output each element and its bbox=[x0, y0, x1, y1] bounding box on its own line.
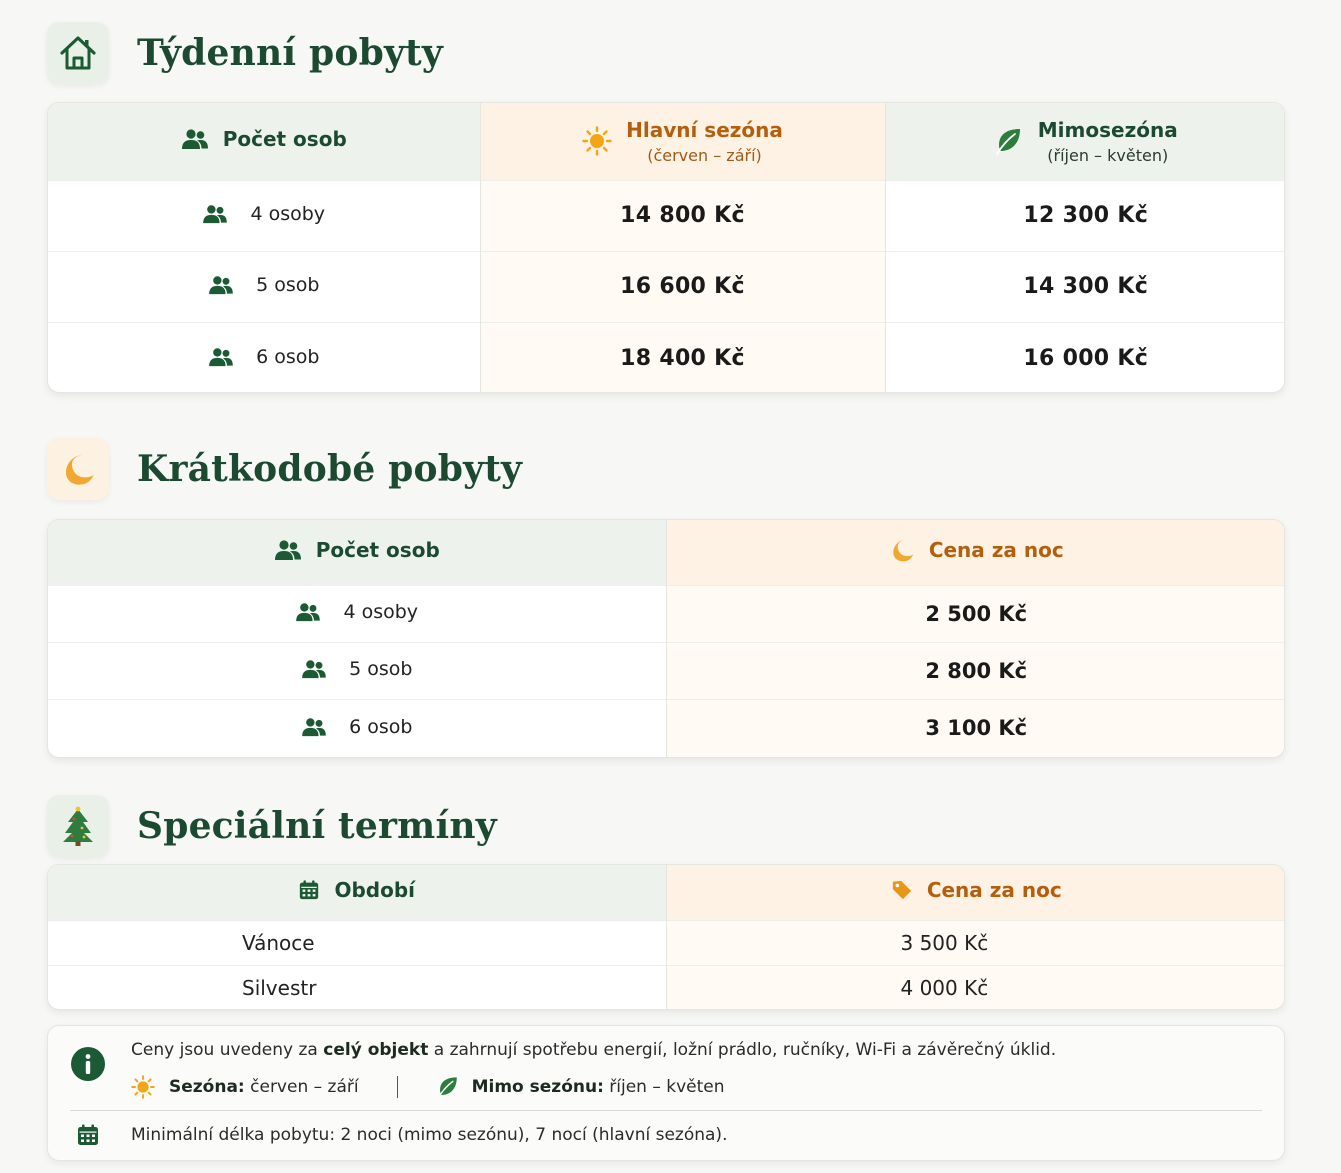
sun-icon bbox=[131, 1075, 155, 1099]
house-icon bbox=[47, 22, 109, 84]
price-per-night: 3 100 Kč bbox=[925, 716, 1028, 741]
price-per-night: 2 800 Kč bbox=[925, 658, 1028, 683]
header-persons: Počet osob bbox=[48, 520, 667, 585]
season-label: Sezóna: bbox=[169, 1077, 245, 1097]
weekly-section-header: Týdenní pobyty bbox=[47, 22, 443, 84]
users-icon bbox=[202, 204, 228, 224]
info-text-includes: Ceny jsou uvedeny za celý objekt a zahrn… bbox=[131, 1040, 1057, 1060]
header-label: Cena za noc bbox=[926, 878, 1062, 903]
persons-label: 4 osoby bbox=[343, 601, 419, 623]
header-label: Mimosezóna bbox=[1037, 117, 1178, 142]
info-season-legend: Sezóna: červen – září Mimo sezónu: říjen… bbox=[131, 1075, 725, 1099]
users-icon bbox=[181, 128, 209, 150]
users-icon bbox=[295, 602, 321, 622]
legend-divider bbox=[396, 1076, 398, 1098]
price-off-season: 16 000 Kč bbox=[1023, 345, 1149, 371]
header-period: Období bbox=[48, 865, 667, 920]
table-row: Vánoce 3 500 Kč bbox=[48, 919, 1284, 965]
tag-icon bbox=[891, 879, 913, 901]
header-label: Období bbox=[334, 878, 416, 903]
persons-label: 4 osoby bbox=[250, 203, 326, 225]
christmas-tree-icon bbox=[47, 795, 109, 857]
price-main-season: 14 800 Kč bbox=[620, 203, 745, 228]
weekly-price-table: Počet osob Hlavní sezóna (červen – září)… bbox=[47, 102, 1285, 393]
header-price-per-night: Cena za noc bbox=[666, 520, 1284, 585]
short-price-table: Počet osob Cena za noc 4 osoby 2 500 Kč … bbox=[47, 519, 1285, 758]
short-section-header: Krátkodobé pobyty bbox=[47, 438, 522, 500]
users-icon bbox=[208, 347, 234, 367]
table-row: 5 osob 2 800 Kč bbox=[48, 641, 1284, 699]
persons-label: 6 osob bbox=[256, 345, 320, 368]
off-season-label: Mimo sezónu: bbox=[471, 1077, 604, 1097]
header-sublabel: (červen – září) bbox=[647, 145, 762, 165]
price-per-night: 3 500 Kč bbox=[900, 930, 989, 955]
special-section-header: Speciální termíny bbox=[47, 795, 497, 857]
section-title: Speciální termíny bbox=[137, 805, 497, 847]
leaf-icon bbox=[436, 1075, 460, 1099]
sun-icon bbox=[582, 126, 612, 156]
price-off-season: 14 300 Kč bbox=[1023, 274, 1149, 299]
off-season-value: říjen – květen bbox=[603, 1077, 725, 1097]
price-main-season: 18 400 Kč bbox=[620, 345, 745, 371]
header-off-season: Mimosezóna (říjen – květen) bbox=[885, 103, 1284, 180]
persons-label: 5 osob bbox=[256, 274, 320, 296]
price-per-night: 2 500 Kč bbox=[925, 601, 1028, 626]
table-row: 6 osob 3 100 Kč bbox=[48, 698, 1284, 757]
section-title: Krátkodobé pobyty bbox=[137, 448, 523, 490]
table-row: 5 osob 16 600 Kč 14 300 Kč bbox=[48, 250, 1284, 322]
header-main-season: Hlavní sezóna (červen – září) bbox=[480, 103, 886, 180]
period-label: Vánoce bbox=[242, 930, 315, 955]
users-icon bbox=[208, 275, 234, 295]
special-price-table: Období Cena za noc Vánoce 3 500 Kč Silve… bbox=[47, 864, 1285, 1010]
header-persons: Počet osob bbox=[48, 103, 481, 180]
header-sublabel: (říjen – květen) bbox=[1047, 145, 1169, 165]
price-off-season: 12 300 Kč bbox=[1023, 203, 1149, 228]
persons-label: 5 osob bbox=[349, 658, 413, 680]
period-label: Silvestr bbox=[242, 976, 317, 1001]
calendar-icon bbox=[298, 879, 320, 901]
header-label: Cena za noc bbox=[928, 537, 1064, 562]
moon-icon bbox=[889, 537, 915, 563]
header-label: Hlavní sezóna bbox=[626, 117, 783, 142]
users-icon bbox=[274, 539, 302, 561]
users-icon bbox=[301, 717, 327, 737]
leaf-icon bbox=[994, 126, 1024, 156]
table-row: 4 osoby 2 500 Kč bbox=[48, 584, 1284, 642]
section-title: Týdenní pobyty bbox=[137, 32, 444, 74]
calendar-icon bbox=[76, 1123, 100, 1151]
info-min-stay: Minimální délka pobytu: 2 noci (mimo sez… bbox=[131, 1125, 728, 1145]
header-label: Počet osob bbox=[222, 127, 347, 152]
info-divider bbox=[70, 1110, 1262, 1111]
moon-icon bbox=[47, 438, 109, 500]
table-row: 4 osoby 14 800 Kč 12 300 Kč bbox=[48, 179, 1284, 251]
header-price-per-night: Cena za noc bbox=[666, 865, 1284, 920]
table-row: Silvestr 4 000 Kč bbox=[48, 964, 1284, 1009]
persons-label: 6 osob bbox=[349, 715, 413, 738]
info-box: Ceny jsou uvedeny za celý objekt a zahrn… bbox=[47, 1025, 1285, 1161]
season-value: červen – září bbox=[244, 1077, 359, 1097]
users-icon bbox=[301, 659, 327, 679]
price-main-season: 16 600 Kč bbox=[620, 274, 745, 299]
info-icon bbox=[70, 1046, 106, 1086]
price-per-night: 4 000 Kč bbox=[900, 976, 989, 1001]
table-row: 6 osob 18 400 Kč 16 000 Kč bbox=[48, 321, 1284, 392]
header-label: Počet osob bbox=[315, 538, 440, 563]
